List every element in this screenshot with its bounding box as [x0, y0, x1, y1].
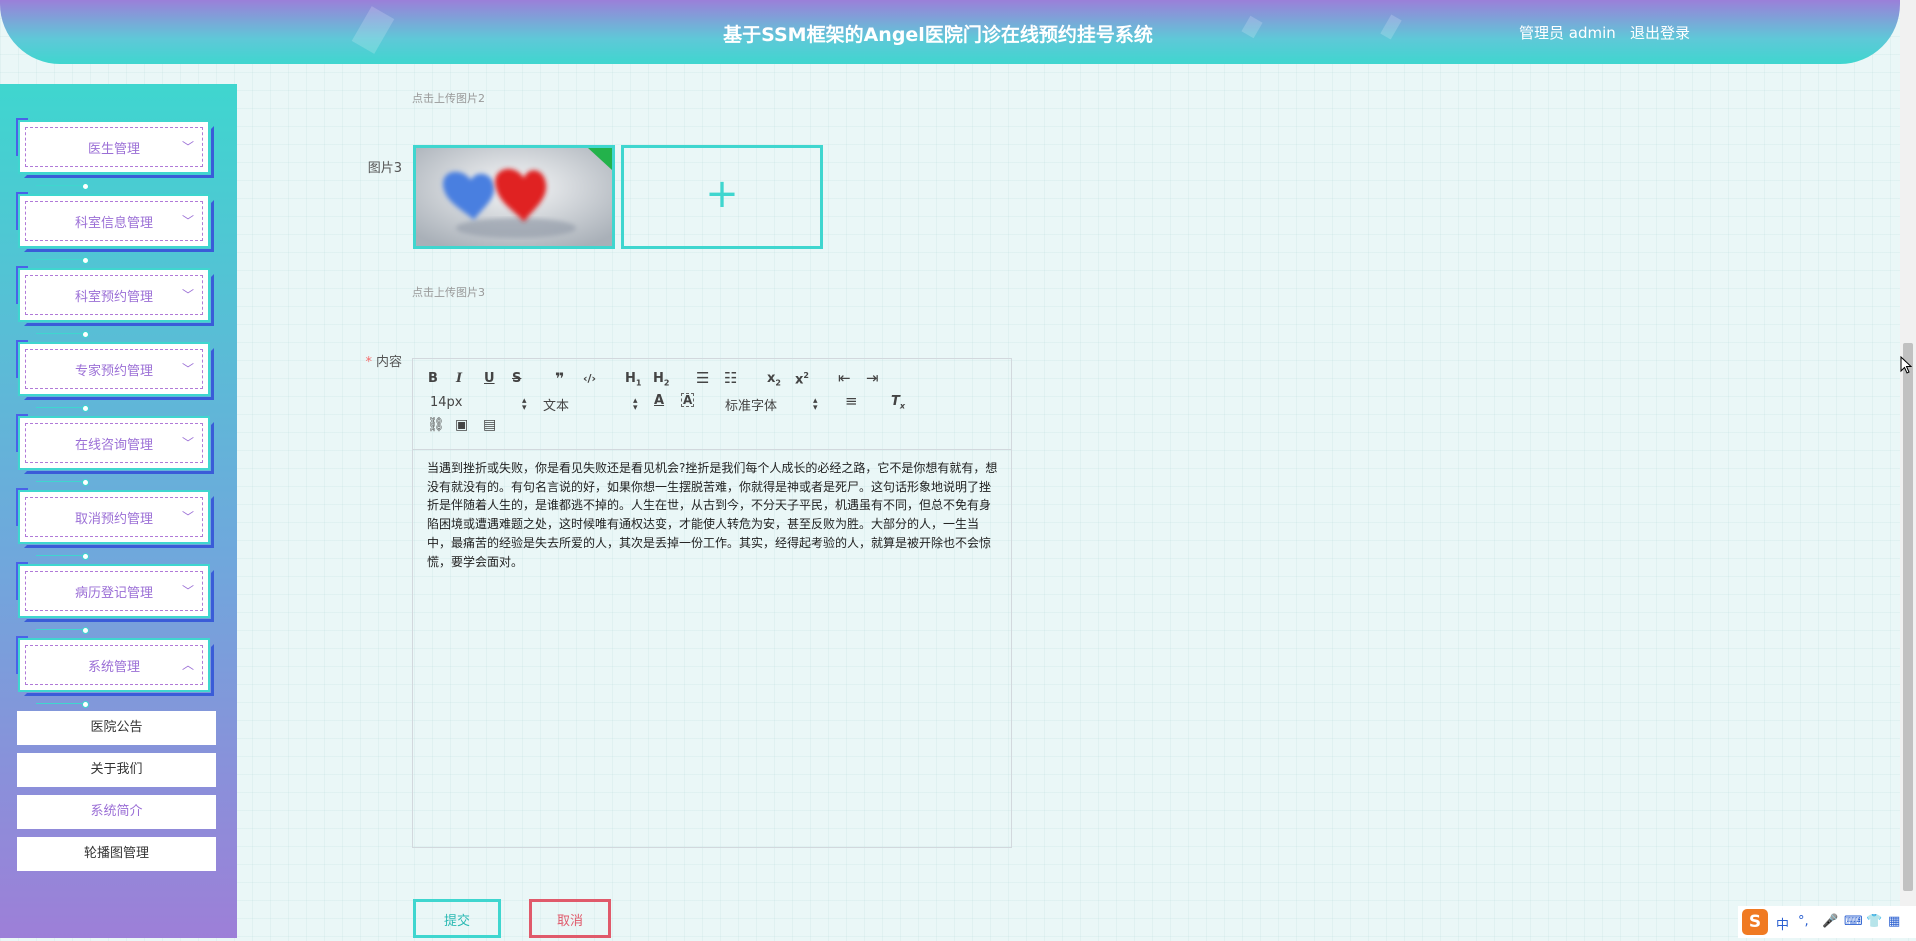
submenu-hospital-notice[interactable]: 医院公告: [17, 711, 216, 745]
outdent-icon[interactable]: ⇤: [838, 369, 851, 387]
heading2-icon[interactable]: H2: [653, 371, 669, 388]
image3-thumbnail[interactable]: [413, 145, 615, 249]
editor-content[interactable]: 当遇到挫折或失败，你是看见失败还是看见机会?挫折是我们每个人成长的必经之路，它不…: [427, 459, 1002, 571]
font-size-select[interactable]: 14px ▴ ▾: [430, 395, 530, 413]
indent-icon[interactable]: ⇥: [866, 369, 879, 387]
select-arrows-icon: ▴ ▾: [522, 396, 527, 413]
heading1-icon[interactable]: H1: [625, 371, 641, 388]
image3-label: 图片3: [367, 161, 402, 176]
upload-hint-image2: 点击上传图片2: [412, 92, 485, 105]
menu-stem-decoration: [36, 183, 89, 190]
scrollbar-thumb[interactable]: [1903, 343, 1913, 891]
chevron-down-icon: ﹀: [181, 584, 194, 598]
superscript-icon[interactable]: x2: [795, 371, 809, 387]
page-scrollbar[interactable]: [1900, 0, 1916, 938]
menu-stem-decoration: [36, 701, 89, 708]
bold-icon[interactable]: B: [428, 371, 438, 386]
sidebar-item-doctor[interactable]: 医生管理 ﹀: [16, 118, 214, 190]
sidebar-item-medical-record[interactable]: 病历登记管理 ﹀: [16, 562, 214, 634]
ime-logo-icon[interactable]: S: [1742, 909, 1768, 935]
font-family-select[interactable]: 标准字体 ▴ ▾: [725, 395, 825, 415]
menu-stem-decoration: [36, 331, 89, 338]
sidebar-item-cancel-booking[interactable]: 取消预约管理 ﹀: [16, 488, 214, 560]
menu-stem-decoration: [36, 553, 89, 560]
image-icon[interactable]: ▣: [455, 417, 468, 433]
content-label-text: 内容: [375, 355, 402, 370]
chevron-down-icon: ﹀: [181, 288, 194, 302]
menu-stem-decoration: [36, 627, 89, 634]
align-icon[interactable]: ≡: [845, 392, 858, 410]
select-arrows-icon: ▴ ▾: [633, 396, 638, 413]
submenu-carousel[interactable]: 轮播图管理: [17, 837, 216, 871]
upload-hint-image3: 点击上传图片3: [412, 286, 485, 299]
menu-stem-decoration: [36, 405, 89, 412]
select-arrows-icon: ▴ ▾: [813, 396, 818, 413]
submenu-about-us[interactable]: 关于我们: [17, 753, 216, 787]
chevron-down-icon: ﹀: [181, 214, 194, 228]
sidebar-item-online-consult[interactable]: 在线咨询管理 ﹀: [16, 414, 214, 486]
chevron-up-icon: ︿: [181, 658, 194, 672]
chevron-down-icon: ﹀: [181, 362, 194, 376]
submenu-system-intro[interactable]: 系统简介: [17, 795, 216, 829]
sidebar-item-system[interactable]: 系统管理 ︿: [16, 636, 214, 708]
keyboard-icon[interactable]: ⌨: [1844, 914, 1863, 929]
chevron-down-icon: ﹀: [181, 510, 194, 524]
sidebar-item-department-booking[interactable]: 科室预约管理 ﹀: [16, 266, 214, 338]
video-icon[interactable]: ▤: [483, 417, 496, 433]
chevron-down-icon: ﹀: [181, 436, 194, 450]
background-color-icon[interactable]: A: [681, 393, 695, 407]
rich-text-editor: B I U S ❞ ‹/› H1 H2 ☰ ☷ x2 x2 ⇤ ⇥ 14px ▴…: [412, 358, 1012, 848]
sidebar: 医生管理 ﹀ 科室信息管理 ﹀ 科室预约管理 ﹀ 专家预约管理 ﹀ 在线咨询管理…: [0, 84, 237, 938]
italic-icon[interactable]: I: [456, 371, 462, 386]
ime-toolbar: S 中 °, 🎤 ⌨ 👕 ▦: [1738, 906, 1916, 938]
editor-toolbar: B I U S ❞ ‹/› H1 H2 ☰ ☷ x2 x2 ⇤ ⇥ 14px ▴…: [413, 359, 1011, 450]
sidebar-item-expert-booking[interactable]: 专家预约管理 ﹀: [16, 340, 214, 412]
font-color-icon[interactable]: A: [654, 393, 664, 408]
font-size-value: 14px: [430, 395, 463, 410]
ime-language[interactable]: 中: [1776, 914, 1789, 933]
link-icon[interactable]: ⛓: [427, 417, 445, 433]
upload-image-button[interactable]: +: [621, 145, 823, 249]
blockquote-icon[interactable]: ❞: [555, 369, 564, 388]
underline-icon[interactable]: U: [484, 371, 495, 386]
microphone-icon[interactable]: 🎤: [1822, 914, 1838, 929]
top-header: 基于SSM框架的Angel医院门诊在线预约挂号系统 管理员 admin 退出登录: [0, 0, 1900, 64]
font-family-value: 标准字体: [725, 399, 778, 414]
ordered-list-icon[interactable]: ☰: [696, 369, 709, 387]
paragraph-value: 文本: [543, 399, 570, 414]
logout-link[interactable]: 退出登录: [1630, 22, 1690, 43]
code-block-icon[interactable]: ‹/›: [583, 372, 596, 385]
plus-icon: +: [705, 171, 739, 217]
paragraph-select[interactable]: 文本 ▴ ▾: [543, 395, 643, 415]
strikethrough-icon[interactable]: S: [512, 371, 521, 386]
submit-button[interactable]: 提交: [413, 899, 501, 938]
sidebar-item-department-info[interactable]: 科室信息管理 ﹀: [16, 192, 214, 264]
subscript-icon[interactable]: x2: [767, 371, 781, 388]
skin-icon[interactable]: 👕: [1866, 914, 1882, 929]
hearts-image: [416, 148, 612, 246]
clear-format-icon[interactable]: Tx: [891, 394, 905, 411]
cancel-button[interactable]: 取消: [529, 899, 611, 938]
toolbox-icon[interactable]: ▦: [1888, 914, 1900, 929]
chevron-down-icon: ﹀: [181, 140, 194, 154]
content-label: * 内容: [350, 351, 402, 370]
ime-punctuation[interactable]: °,: [1798, 914, 1809, 929]
bullet-list-icon[interactable]: ☷: [724, 369, 737, 387]
required-mark: *: [365, 355, 372, 370]
menu-stem-decoration: [36, 257, 89, 264]
current-user: 管理员 admin: [1519, 24, 1616, 42]
mouse-cursor-icon: [1900, 356, 1912, 374]
menu-stem-decoration: [36, 479, 89, 486]
